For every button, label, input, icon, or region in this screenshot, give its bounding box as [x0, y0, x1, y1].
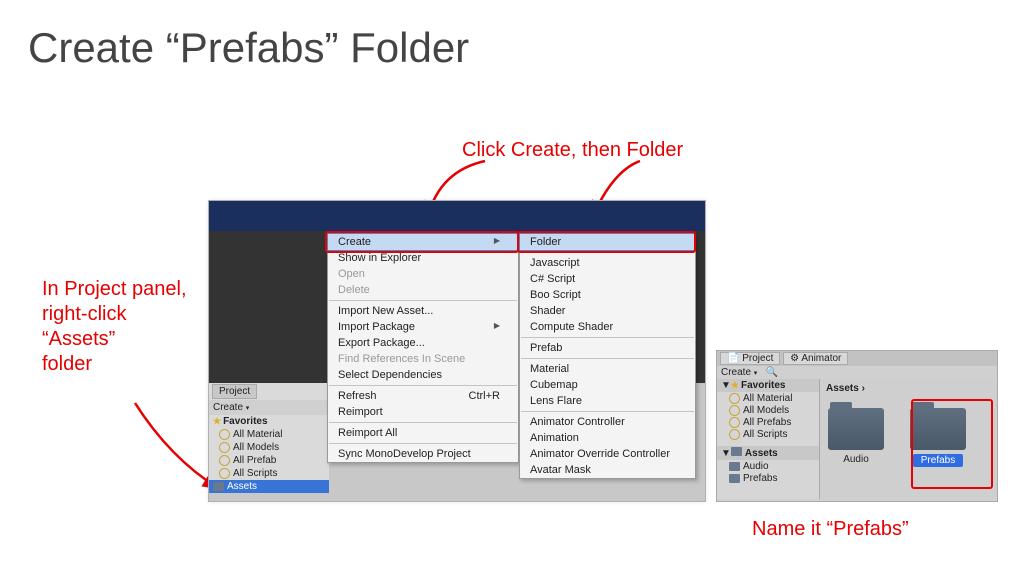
tree-item[interactable]: Audio [717, 460, 819, 472]
project-panel: Project Create ▾ ★Favorites All Material… [209, 383, 329, 493]
menu-refresh[interactable]: RefreshCtrl+R [328, 388, 518, 404]
result-tab-animator[interactable]: ⚙ Animator [783, 352, 848, 365]
menu-folder[interactable]: Folder [519, 233, 696, 251]
menu-item[interactable]: Boo Script [520, 287, 695, 303]
menu-item[interactable]: Import New Asset... [328, 303, 518, 319]
center-screenshot: Project Create ▾ ★Favorites All Material… [208, 200, 706, 502]
fav-item[interactable]: All Scripts [717, 428, 819, 440]
menu-item[interactable]: Avatar Mask [520, 462, 695, 478]
annotation-bottomright: Name it “Prefabs” [752, 517, 909, 542]
menu-item[interactable]: Reimport [328, 404, 518, 420]
folder-audio[interactable]: Audio [826, 408, 886, 467]
menu-item[interactable]: Shader [520, 303, 695, 319]
menu-create[interactable]: Create▶ [327, 233, 519, 251]
menu-item[interactable]: Material [520, 361, 695, 377]
menu-item[interactable]: Select Dependencies [328, 367, 518, 383]
fav-item[interactable]: All Material [209, 428, 329, 441]
menu-item: Delete [328, 282, 518, 298]
assets-header[interactable]: ▼Assets [717, 446, 819, 460]
menu-item[interactable]: Show in Explorer [328, 250, 518, 266]
tree-item[interactable]: Prefabs [717, 472, 819, 484]
slide-title: Create “Prefabs” Folder [28, 24, 469, 72]
assets-folder-selected[interactable]: Assets [209, 480, 329, 493]
fav-item[interactable]: All Prefab [209, 454, 329, 467]
breadcrumb[interactable]: Assets › [826, 383, 991, 398]
menu-item[interactable]: Sync MonoDevelop Project [328, 446, 518, 462]
menu-item[interactable]: C# Script [520, 271, 695, 287]
annotation-top: Click Create, then Folder [462, 138, 683, 163]
menu-item: Open [328, 266, 518, 282]
fav-item[interactable]: All Models [717, 404, 819, 416]
menu-item[interactable]: Animation [520, 430, 695, 446]
create-dropdown[interactable]: Create ▾ [213, 402, 249, 413]
favorites-header[interactable]: ★Favorites [209, 415, 329, 428]
fav-item[interactable]: All Prefabs [717, 416, 819, 428]
menu-item[interactable]: Lens Flare [520, 393, 695, 409]
menu-item[interactable]: Compute Shader [520, 319, 695, 335]
result-screenshot: 📄 Project ⚙ Animator Create ▾ 🔍 ▼★Favori… [716, 350, 998, 502]
fav-item[interactable]: All Scripts [209, 467, 329, 480]
menu-item[interactable]: Import Package▶ [328, 319, 518, 335]
menu-item[interactable]: Prefab [520, 340, 695, 356]
folder-prefabs[interactable]: Prefabs [908, 408, 968, 467]
menu-item[interactable]: Animator Override Controller [520, 446, 695, 462]
fav-item[interactable]: All Models [209, 441, 329, 454]
fav-header[interactable]: ▼★Favorites [717, 379, 819, 392]
result-tab-project[interactable]: 📄 Project [720, 352, 780, 365]
result-tree: ▼★Favorites All Material All Models All … [717, 379, 820, 499]
project-tab[interactable]: Project [212, 384, 257, 399]
annotation-left: In Project panel, right-click “Assets” f… [42, 277, 187, 377]
folder-icon [910, 408, 966, 450]
context-menu-1: Create▶ Show in Explorer Open Delete Imp… [327, 233, 519, 463]
folder-icon [828, 408, 884, 450]
menu-item[interactable]: Export Package... [328, 335, 518, 351]
menu-item[interactable]: Animator Controller [520, 414, 695, 430]
create-dropdown-2[interactable]: Create ▾ [721, 367, 757, 378]
menu-item[interactable]: Cubemap [520, 377, 695, 393]
menu-item: Find References In Scene [328, 351, 518, 367]
menu-item[interactable]: Javascript [520, 255, 695, 271]
fav-item[interactable]: All Material [717, 392, 819, 404]
context-menu-2: Folder Javascript C# Script Boo Script S… [519, 233, 696, 479]
menu-item[interactable]: Reimport All [328, 425, 518, 441]
content-pane: Assets › Audio Prefabs [820, 379, 997, 499]
